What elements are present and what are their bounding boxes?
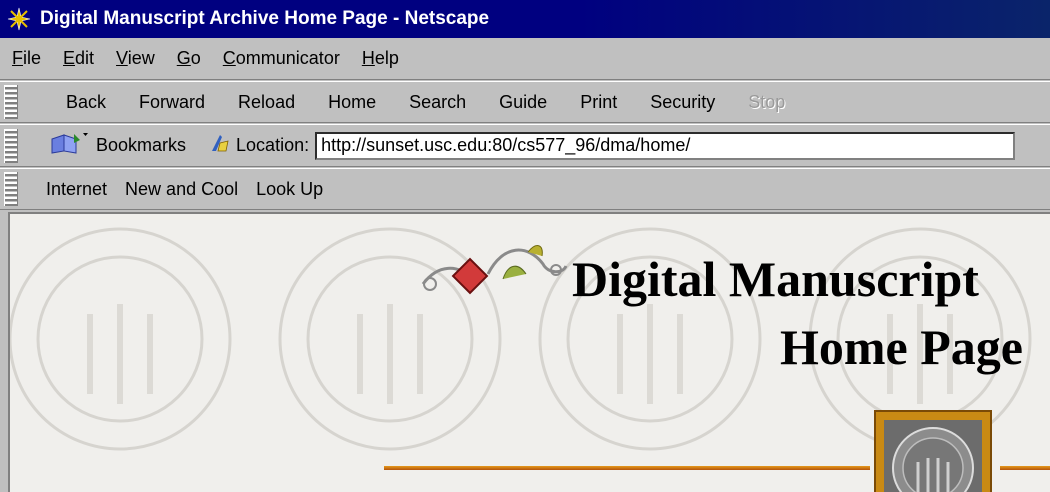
- forward-button[interactable]: Forward: [139, 92, 205, 113]
- toolbar-grip[interactable]: [4, 85, 18, 119]
- page-heading-line-1: Digital Manuscript: [572, 251, 979, 307]
- back-button[interactable]: Back: [66, 92, 106, 113]
- menu-edit[interactable]: Edit: [63, 48, 94, 69]
- location-label: Location:: [236, 135, 310, 155]
- reload-button[interactable]: Reload: [238, 92, 295, 113]
- window-title: Digital Manuscript Archive Home Page - N…: [40, 8, 490, 29]
- bookmarks-button[interactable]: Bookmarks: [96, 135, 186, 156]
- toolbar-grip[interactable]: [4, 128, 18, 163]
- university-seal-image: [874, 410, 992, 492]
- toolbar-grip[interactable]: [4, 172, 18, 206]
- security-button[interactable]: Security: [650, 92, 715, 113]
- menu-communicator[interactable]: Communicator: [223, 48, 340, 69]
- stop-button[interactable]: Stop: [748, 92, 785, 113]
- internet-button[interactable]: Internet: [46, 179, 107, 200]
- menu-file[interactable]: File: [12, 48, 41, 69]
- netscape-icon: [4, 4, 34, 34]
- decorative-rule: [384, 466, 870, 470]
- page-heading-line-2: Home Page: [780, 319, 1023, 375]
- new-and-cool-button[interactable]: New and Cool: [125, 179, 238, 200]
- page-content: Digital Manuscript Home Page: [8, 212, 1050, 492]
- navigation-toolbar: Back Forward Reload Home Search Guide Pr…: [0, 81, 1050, 123]
- print-button[interactable]: Print: [580, 92, 617, 113]
- location-toolbar: Bookmarks Location:: [0, 124, 1050, 167]
- menu-bar: File Edit View Go Communicator Help: [0, 38, 1050, 80]
- floral-ornament-icon: [421, 245, 568, 295]
- look-up-button[interactable]: Look Up: [256, 179, 323, 200]
- search-button[interactable]: Search: [409, 92, 466, 113]
- menu-view[interactable]: View: [116, 48, 155, 69]
- guide-button[interactable]: Guide: [499, 92, 547, 113]
- bookmarks-icon[interactable]: [50, 131, 90, 160]
- home-button[interactable]: Home: [328, 92, 376, 113]
- menu-help[interactable]: Help: [362, 48, 399, 69]
- title-bar: Digital Manuscript Archive Home Page - N…: [0, 0, 1050, 38]
- location-icon[interactable]: [208, 131, 232, 160]
- decorative-rule: [1000, 466, 1050, 470]
- url-input[interactable]: [315, 131, 1016, 160]
- personal-toolbar: Internet New and Cool Look Up: [0, 168, 1050, 210]
- menu-go[interactable]: Go: [177, 48, 201, 69]
